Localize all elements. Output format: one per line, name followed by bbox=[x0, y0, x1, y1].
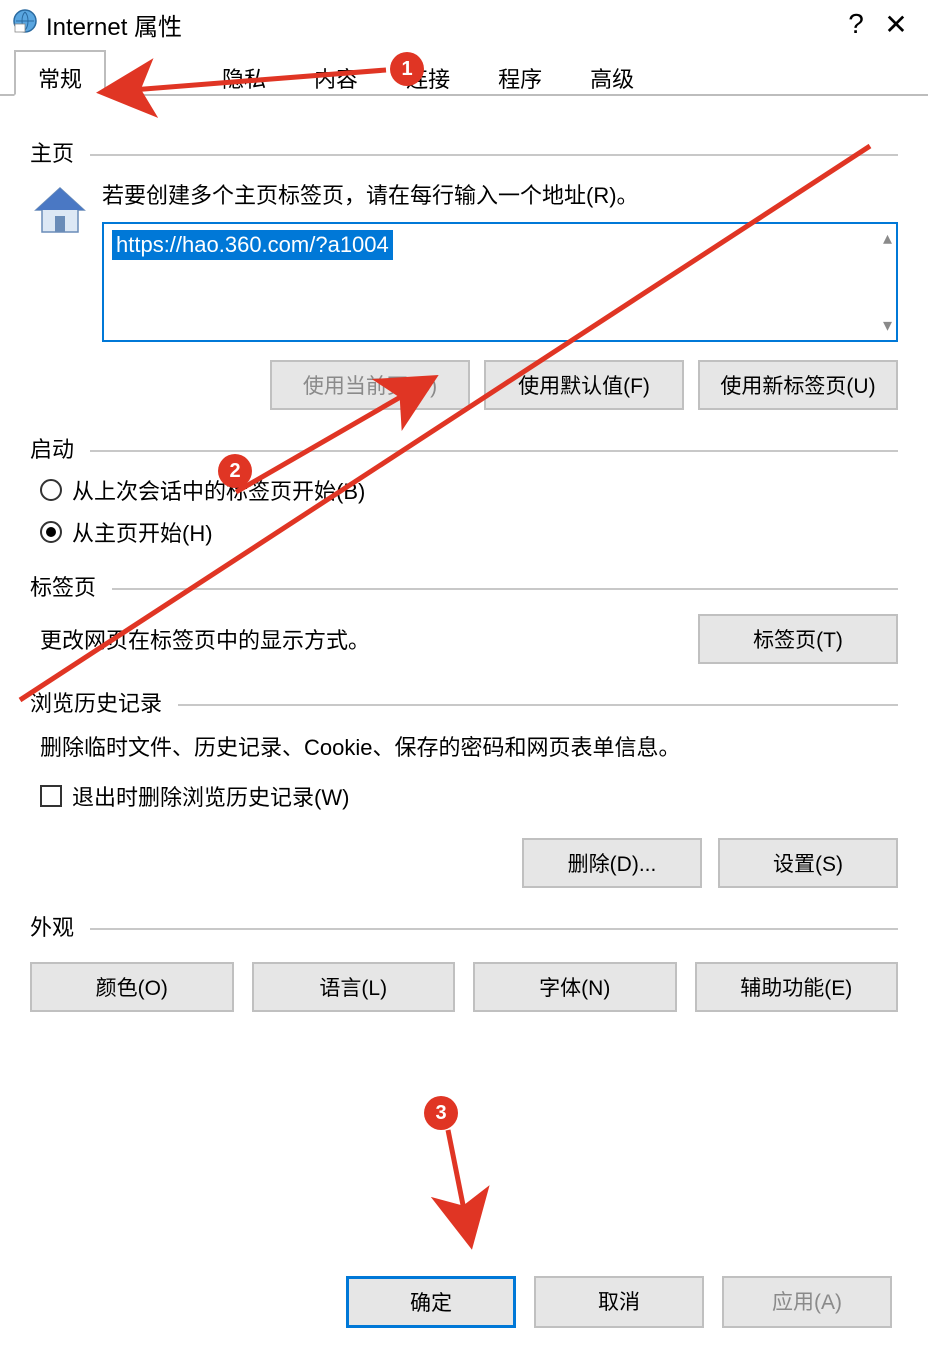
homepage-group: 主页 若要创建多个主页标签页，请在每行输入一个地址(R)。 https://ha… bbox=[30, 136, 898, 410]
tab-privacy[interactable]: 隐私 bbox=[198, 50, 290, 96]
homepage-instruction: 若要创建多个主页标签页，请在每行输入一个地址(R)。 bbox=[102, 178, 898, 210]
use-default-button[interactable]: 使用默认值(F) bbox=[484, 360, 684, 410]
annotation-badge-1: 1 bbox=[390, 52, 424, 86]
appearance-group: 外观 颜色(O) 语言(L) 字体(N) 辅助功能(E) bbox=[30, 910, 898, 1012]
use-new-tab-button[interactable]: 使用新标签页(U) bbox=[698, 360, 898, 410]
browsing-history-group-label: 浏览历史记录 bbox=[30, 686, 162, 718]
startup-radio-homepage[interactable]: 从主页开始(H) bbox=[40, 516, 898, 548]
scroll-down-icon[interactable]: ▾ bbox=[883, 315, 892, 336]
radio-icon-checked bbox=[40, 521, 62, 543]
home-icon bbox=[30, 178, 102, 410]
window-title: Internet 属性 bbox=[46, 7, 836, 42]
tab-bar: 常规 安全 隐私 内容 连接 程序 高级 bbox=[0, 48, 928, 96]
internet-options-icon bbox=[12, 8, 38, 40]
tab-advanced[interactable]: 高级 bbox=[566, 50, 658, 96]
delete-on-exit-label: 退出时删除浏览历史记录(W) bbox=[72, 780, 349, 812]
divider bbox=[90, 154, 898, 156]
annotation-badge-2: 2 bbox=[218, 454, 252, 488]
delete-history-button[interactable]: 删除(D)... bbox=[522, 838, 702, 888]
divider bbox=[112, 588, 898, 590]
appearance-group-label: 外观 bbox=[30, 910, 74, 942]
languages-button[interactable]: 语言(L) bbox=[252, 962, 456, 1012]
tab-content[interactable]: 内容 bbox=[290, 50, 382, 96]
general-panel: 主页 若要创建多个主页标签页，请在每行输入一个地址(R)。 https://ha… bbox=[0, 96, 928, 1012]
startup-group: 启动 从上次会话中的标签页开始(B) 从主页开始(H) bbox=[30, 432, 898, 548]
delete-on-exit-checkbox-row[interactable]: 退出时删除浏览历史记录(W) bbox=[40, 780, 898, 812]
titlebar: Internet 属性 ? ✕ bbox=[0, 0, 928, 48]
tabs-settings-button[interactable]: 标签页(T) bbox=[698, 614, 898, 664]
tabs-settings-group: 标签页 更改网页在标签页中的显示方式。 标签页(T) bbox=[30, 570, 898, 664]
history-settings-button[interactable]: 设置(S) bbox=[718, 838, 898, 888]
dialog-footer: 确定 取消 应用(A) bbox=[0, 1276, 928, 1350]
startup-group-label: 启动 bbox=[30, 432, 74, 464]
tab-programs[interactable]: 程序 bbox=[474, 50, 566, 96]
radio-label: 从上次会话中的标签页开始(B) bbox=[72, 474, 365, 506]
homepage-group-label: 主页 bbox=[30, 136, 74, 168]
cancel-button[interactable]: 取消 bbox=[534, 1276, 704, 1328]
radio-label: 从主页开始(H) bbox=[72, 516, 213, 548]
divider bbox=[178, 704, 898, 706]
startup-radio-last-session[interactable]: 从上次会话中的标签页开始(B) bbox=[40, 474, 898, 506]
accessibility-button[interactable]: 辅助功能(E) bbox=[695, 962, 899, 1012]
radio-icon bbox=[40, 479, 62, 501]
homepage-url-value: https://hao.360.com/?a1004 bbox=[112, 230, 393, 260]
close-button[interactable]: ✕ bbox=[876, 8, 916, 41]
browsing-history-desc: 删除临时文件、历史记录、Cookie、保存的密码和网页表单信息。 bbox=[40, 730, 898, 762]
fonts-button[interactable]: 字体(N) bbox=[473, 962, 677, 1012]
checkbox-icon bbox=[40, 785, 62, 807]
annotation-badge-3: 3 bbox=[424, 1096, 458, 1130]
colors-button[interactable]: 颜色(O) bbox=[30, 962, 234, 1012]
divider bbox=[90, 450, 898, 452]
apply-button[interactable]: 应用(A) bbox=[722, 1276, 892, 1328]
ok-button[interactable]: 确定 bbox=[346, 1276, 516, 1328]
browsing-history-group: 浏览历史记录 删除临时文件、历史记录、Cookie、保存的密码和网页表单信息。 … bbox=[30, 686, 898, 888]
homepage-url-textarea[interactable]: https://hao.360.com/?a1004 ▴ ▾ bbox=[102, 222, 898, 342]
tabs-settings-desc: 更改网页在标签页中的显示方式。 bbox=[40, 623, 698, 655]
use-current-page-button[interactable]: 使用当前页(C) bbox=[270, 360, 470, 410]
tab-general[interactable]: 常规 bbox=[14, 50, 106, 96]
divider bbox=[90, 928, 898, 930]
help-button[interactable]: ? bbox=[836, 8, 876, 40]
scroll-up-icon[interactable]: ▴ bbox=[883, 228, 892, 249]
tabs-settings-group-label: 标签页 bbox=[30, 570, 96, 602]
